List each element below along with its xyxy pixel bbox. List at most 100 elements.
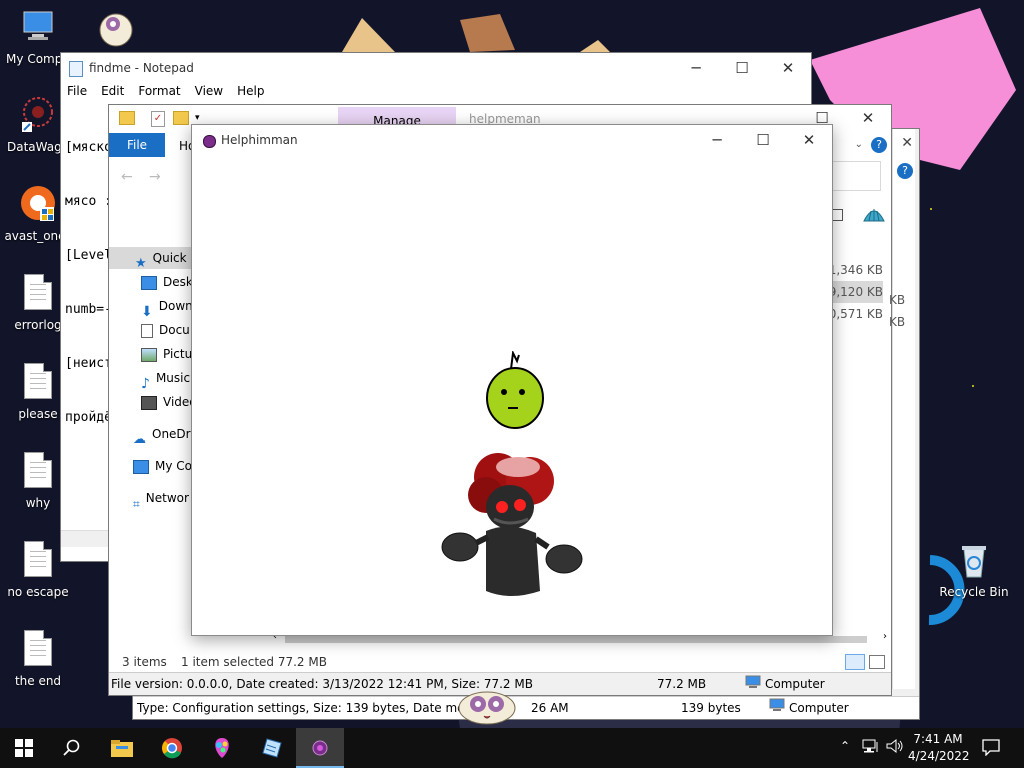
text-file-icon: [24, 274, 52, 310]
nav-label: Music: [155, 371, 191, 385]
properties-icon[interactable]: ✓: [151, 111, 165, 127]
menu-format[interactable]: Format: [138, 84, 180, 98]
details-time: 26 AM: [531, 701, 569, 715]
large-icons-view-icon[interactable]: [869, 655, 885, 669]
close-icon[interactable]: ✕: [786, 125, 832, 155]
search-icon: [63, 739, 80, 756]
desktop-icon-label: errorlog: [14, 318, 62, 332]
chrome-icon: [162, 738, 182, 759]
volume-icon[interactable]: [886, 738, 904, 757]
nav-item-videos[interactable]: Video: [109, 391, 197, 413]
status-item-count: 3 items: [122, 655, 167, 669]
avast-icon: [20, 185, 56, 225]
recycle-bin-icon: [956, 541, 992, 581]
status-selected: 1 item selected 77.2 MB: [181, 655, 327, 669]
nav-item-onedrive[interactable]: ☁ OneDriv: [109, 423, 201, 447]
picture-icon: [141, 347, 157, 362]
menu-file[interactable]: File: [67, 84, 87, 98]
desktop-icon-recycle-bin[interactable]: Recycle Bin: [936, 541, 1012, 599]
text-file-icon: [24, 541, 52, 577]
computer-icon: [745, 674, 761, 696]
chevron-down-icon[interactable]: ▾: [195, 113, 200, 123]
notepad-app-icon: [69, 61, 83, 77]
sheep-icon[interactable]: [456, 686, 518, 728]
menu-edit[interactable]: Edit: [101, 84, 124, 98]
details-view-icon[interactable]: [845, 654, 865, 670]
video-icon: [141, 395, 157, 410]
taskbar-chrome[interactable]: [148, 728, 196, 768]
nav-item-downloads[interactable]: ⬇ Down: [109, 295, 193, 320]
scroll-right-icon[interactable]: ›: [883, 631, 887, 642]
minimize-icon[interactable]: ─: [673, 53, 719, 83]
windows-icon: [15, 739, 33, 757]
network-icon[interactable]: [862, 738, 880, 757]
nav-label: Docu: [159, 323, 190, 337]
details-size: 77.2 MB: [657, 677, 707, 691]
folder-icon: [119, 111, 135, 125]
nav-item-music[interactable]: ♪ Music: [109, 367, 191, 392]
back-arrow-icon[interactable]: ←: [121, 169, 133, 185]
close-icon[interactable]: ✕: [845, 103, 891, 133]
new-folder-icon[interactable]: [173, 111, 189, 125]
sheep-icon[interactable]: [96, 8, 136, 48]
details-size: 139 bytes: [681, 701, 741, 715]
clock-time: 7:41 AM: [913, 732, 963, 746]
search-button[interactable]: [48, 728, 96, 768]
nav-item-my-computer[interactable]: My Cor: [109, 455, 197, 477]
taskbar-paint[interactable]: [198, 728, 246, 768]
nav-label: Networ: [145, 491, 189, 505]
file-size-column-behind: KB KB: [889, 289, 905, 333]
maximize-icon[interactable]: ☐: [740, 125, 786, 155]
notepad-menubar: File Edit Format View Help: [67, 84, 264, 98]
helphimman-icon: [312, 740, 328, 756]
helphimman-titlebar[interactable]: Helphimman ─ ☐ ✕: [192, 125, 832, 155]
scrollbar[interactable]: [892, 129, 915, 689]
clock[interactable]: 7:41 AM 4/24/2022: [908, 731, 970, 765]
star-decoration: [930, 208, 932, 210]
status-bar: 3 items 1 item selected 77.2 MB: [109, 651, 891, 673]
shell-icon: [863, 209, 885, 222]
notepad-titlebar[interactable]: findme - Notepad ─ ☐ ✕: [61, 53, 811, 83]
chevron-up-icon[interactable]: ⌃: [840, 739, 850, 753]
notepad-icon: [262, 738, 282, 758]
text-file-icon: [24, 363, 52, 399]
menu-help[interactable]: Help: [237, 84, 264, 98]
help-icon[interactable]: ?: [871, 137, 887, 153]
navigation-pane: ★ Quick a Deskt ⬇ Down Docu Pictur ♪ Music …: [109, 247, 201, 517]
file-explorer-icon: [111, 740, 133, 757]
file-size: 0,571 KB: [828, 307, 883, 321]
window-title: Helphimman: [221, 133, 298, 147]
nav-item-documents[interactable]: Docu: [109, 319, 190, 341]
close-icon[interactable]: ✕: [765, 53, 811, 83]
dark-character-image: [441, 453, 583, 596]
nav-item-pictures[interactable]: Pictur: [109, 343, 197, 365]
maximize-icon[interactable]: ☐: [719, 53, 765, 83]
computer-icon: [769, 697, 785, 719]
paint-icon: [215, 738, 229, 758]
close-icon[interactable]: ✕: [901, 135, 913, 151]
datawagon-icon: [20, 96, 56, 136]
nav-item-network[interactable]: ⌗ Networ: [109, 487, 189, 511]
forward-arrow-icon[interactable]: →: [149, 169, 161, 185]
file-size: 1,346 KB: [828, 263, 883, 277]
desktop-icon-label: no escape: [7, 585, 69, 599]
notification-icon[interactable]: [982, 738, 1000, 759]
menu-view[interactable]: View: [195, 84, 223, 98]
taskbar-helphimman[interactable]: [296, 728, 344, 768]
clock-date: 4/24/2022: [908, 749, 970, 763]
star-decoration: [972, 385, 974, 387]
ribbon-file-tab[interactable]: File: [109, 133, 165, 157]
nav-label: Down: [158, 299, 193, 313]
ribbon-expand-icon[interactable]: ⌄: [855, 139, 863, 150]
minimize-icon[interactable]: ─: [694, 125, 740, 155]
nav-item-desktop[interactable]: Deskt: [109, 271, 198, 293]
desktop-icon-label: please: [18, 407, 58, 421]
desktop-icon-the-end[interactable]: the end: [0, 630, 76, 688]
start-button[interactable]: [0, 728, 48, 768]
cloud-icon: ☁: [133, 431, 146, 447]
help-icon[interactable]: ?: [897, 163, 913, 179]
nav-item-quick-access[interactable]: ★ Quick a: [109, 247, 198, 271]
helphimman-window[interactable]: Helphimman ─ ☐ ✕: [191, 124, 833, 636]
taskbar-notepad[interactable]: [248, 728, 296, 768]
taskbar-file-explorer[interactable]: [98, 728, 146, 768]
